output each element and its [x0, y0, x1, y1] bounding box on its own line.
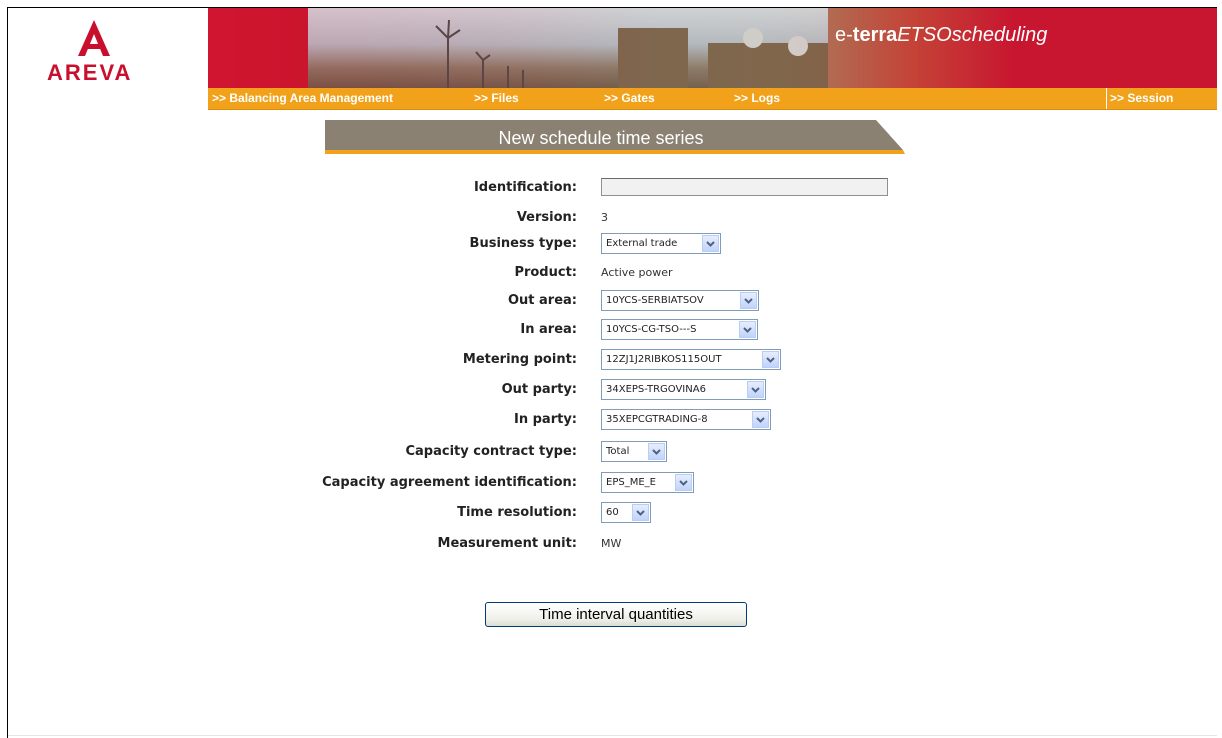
chevron-down-icon[interactable] [762, 351, 779, 368]
capacity-contract-type-select[interactable]: Total [601, 441, 667, 462]
row-capacity-contract-type: Capacity contract type: Total [8, 441, 1208, 463]
product-label: Product: [514, 265, 577, 280]
out-party-label: Out party: [501, 382, 577, 397]
banner-photo [308, 8, 828, 88]
row-out-party: Out party: 34XEPS-TRGOVINA6 [8, 379, 1208, 401]
row-in-area: In area: 10YCS-CG-TSO---S [8, 319, 1208, 341]
chevron-down-icon[interactable] [739, 321, 756, 338]
chevron-down-icon[interactable] [675, 474, 692, 491]
business-type-label: Business type: [469, 236, 577, 251]
row-out-area: Out area: 10YCS-SERBIATSOV [8, 290, 1208, 312]
nav-logs[interactable]: >> Logs [734, 91, 780, 105]
row-time-resolution: Time resolution: 60 [8, 502, 1208, 524]
in-area-value: 10YCS-CG-TSO---S [606, 324, 697, 335]
out-party-value: 34XEPS-TRGOVINA6 [606, 384, 706, 395]
chevron-down-icon[interactable] [752, 411, 769, 428]
metering-point-select[interactable]: 12ZJ1J2RIBKOS115OUT [601, 349, 781, 370]
in-area-label: In area: [520, 322, 577, 337]
out-party-select[interactable]: 34XEPS-TRGOVINA6 [601, 379, 766, 400]
header: AREVA e-terraETSOscheduling >> Balancing… [8, 8, 1217, 110]
nav-files[interactable]: >> Files [474, 91, 519, 105]
identification-input[interactable] [601, 178, 888, 196]
time-interval-quantities-button[interactable]: Time interval quantities [485, 602, 747, 627]
chevron-down-icon[interactable] [648, 443, 665, 460]
measurement-unit-value: MW [601, 537, 622, 550]
in-party-label: In party: [514, 412, 577, 427]
out-area-select[interactable]: 10YCS-SERBIATSOV [601, 290, 759, 311]
row-identification: Identification: [8, 177, 1208, 199]
app-window: AREVA e-terraETSOscheduling >> Balancing… [7, 7, 1217, 738]
company-name: AREVA [47, 60, 133, 85]
bottom-divider [8, 735, 1217, 736]
out-area-label: Out area: [507, 293, 577, 308]
capacity-agreement-identification-select[interactable]: EPS_ME_E [601, 472, 694, 493]
nav-divider [1106, 88, 1107, 109]
nav-balancing-area-management[interactable]: >> Balancing Area Management [212, 91, 393, 105]
business-type-value: External trade [606, 238, 678, 249]
version-label: Version: [516, 210, 577, 225]
in-party-value: 35XEPCGTRADING-8 [606, 414, 708, 425]
business-type-select[interactable]: External trade [601, 233, 721, 254]
capacity-contract-type-label: Capacity contract type: [405, 444, 577, 459]
wind-turbines-icon [435, 19, 828, 88]
chevron-down-icon[interactable] [632, 504, 649, 521]
nav-gates[interactable]: >> Gates [604, 91, 655, 105]
page-title: New schedule time series [498, 128, 704, 148]
in-area-select[interactable]: 10YCS-CG-TSO---S [601, 319, 758, 340]
chevron-down-icon[interactable] [740, 292, 757, 309]
chevron-down-icon[interactable] [702, 235, 719, 252]
time-resolution-select[interactable]: 60 [601, 502, 651, 523]
in-party-select[interactable]: 35XEPCGTRADING-8 [601, 409, 771, 430]
row-product: Product: Active power [8, 262, 1208, 284]
banner: e-terraETSOscheduling [208, 8, 1217, 88]
identification-label: Identification: [473, 180, 577, 195]
logo[interactable]: AREVA [8, 8, 208, 88]
time-resolution-value: 60 [606, 507, 619, 518]
out-area-value: 10YCS-SERBIATSOV [606, 295, 704, 306]
product-italic: ETSOscheduling [897, 24, 1048, 46]
areva-logo-icon [78, 20, 110, 56]
product-value: Active power [601, 266, 673, 279]
measurement-unit-label: Measurement unit: [437, 536, 577, 551]
row-metering-point: Metering point: 12ZJ1J2RIBKOS115OUT [8, 349, 1208, 371]
capacity-agreement-identification-value: EPS_ME_E [606, 477, 656, 488]
row-in-party: In party: 35XEPCGTRADING-8 [8, 409, 1208, 431]
nav-bar: >> Balancing Area Management >> Files >>… [208, 88, 1217, 110]
row-version: Version: 3 [8, 207, 1208, 229]
row-business-type: Business type: External trade [8, 233, 1208, 255]
time-resolution-label: Time resolution: [457, 505, 577, 520]
page-title-bar: New schedule time series [325, 120, 905, 156]
capacity-agreement-identification-label: Capacity agreement identification: [322, 475, 577, 490]
version-value: 3 [601, 211, 608, 224]
metering-point-value: 12ZJ1J2RIBKOS115OUT [606, 354, 722, 365]
product-bold: terra [852, 24, 898, 46]
capacity-contract-type-value: Total [606, 446, 630, 457]
nav-session[interactable]: >> Session [1110, 91, 1173, 105]
chevron-down-icon[interactable] [747, 381, 764, 398]
metering-point-label: Metering point: [462, 352, 577, 367]
product-prefix: e- [835, 24, 853, 46]
product-title: e-terraETSOscheduling [835, 24, 1047, 47]
row-measurement-unit: Measurement unit: MW [8, 533, 1208, 555]
row-capacity-agreement-identification: Capacity agreement identification: EPS_M… [8, 472, 1208, 494]
